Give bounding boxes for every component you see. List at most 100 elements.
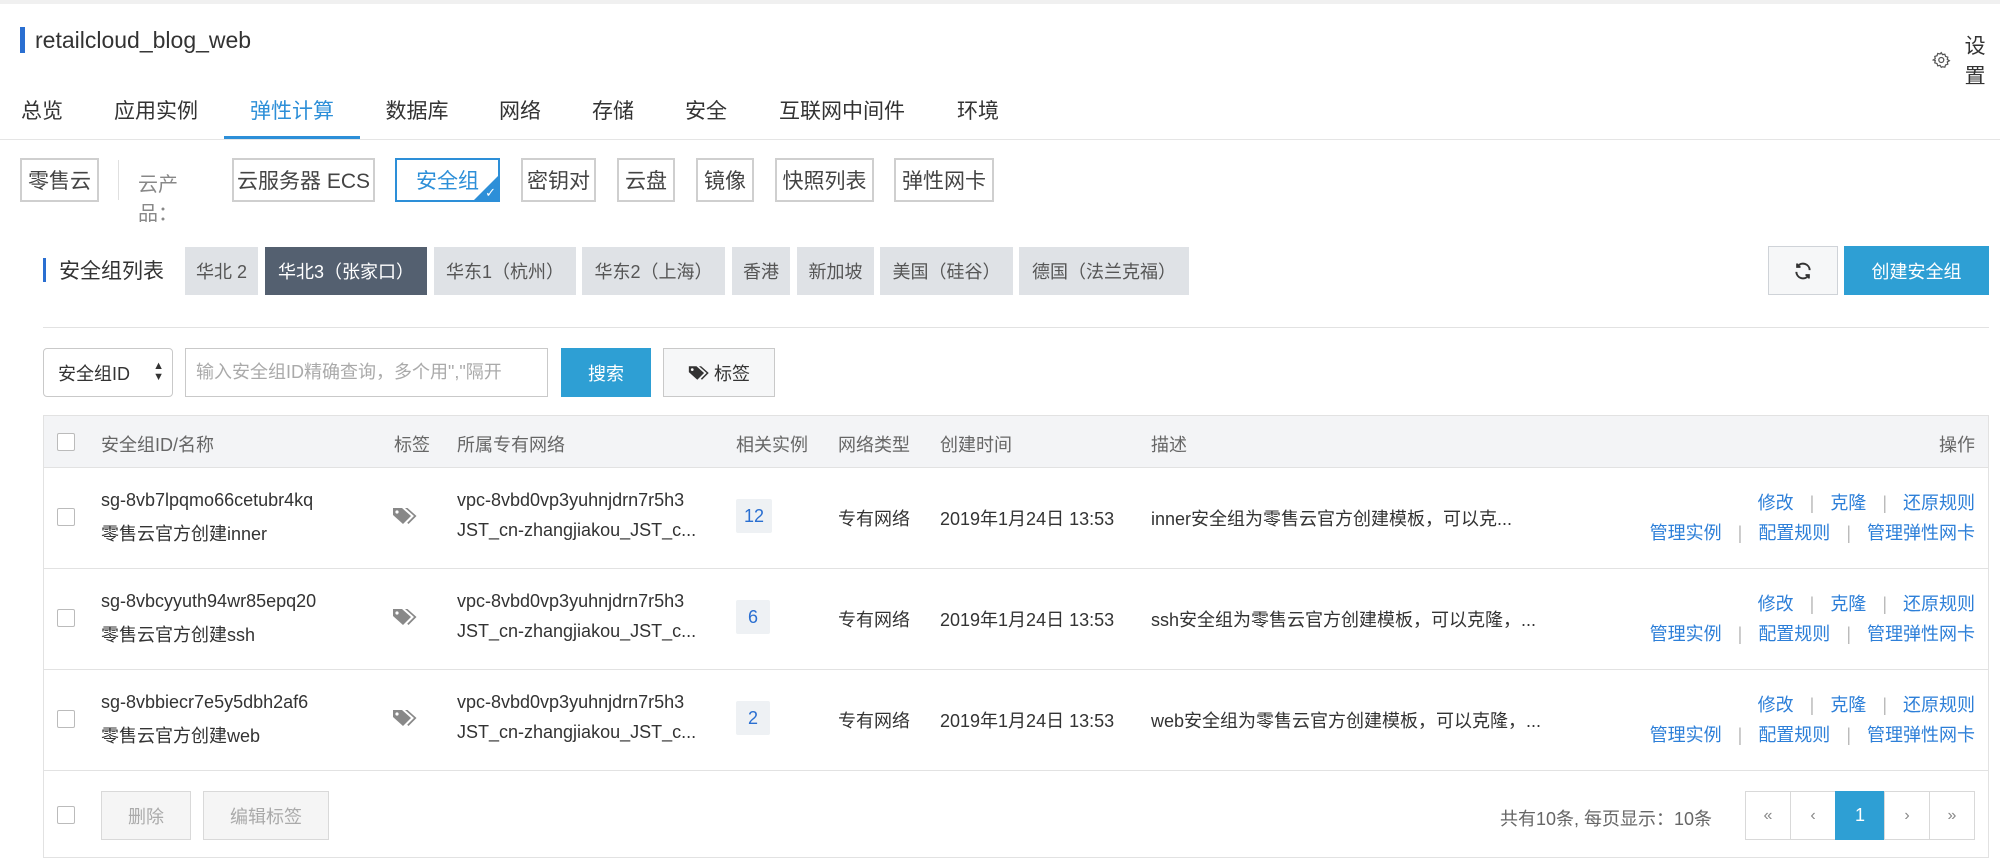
tab-database[interactable]: 数据库 xyxy=(385,95,449,139)
header-created: 创建时间 xyxy=(940,435,1012,455)
row-instance-count[interactable]: 6 xyxy=(736,600,770,634)
row-net-type: 专有网络 xyxy=(838,509,910,529)
tag-icon[interactable] xyxy=(392,607,418,627)
modify-link[interactable]: 修改 xyxy=(1758,493,1794,513)
row-vpc-name: JST_cn-zhangjiakou_JST_c... xyxy=(457,621,697,641)
product-security-group[interactable]: 安全组 ✓ xyxy=(395,158,500,202)
product-label: 云产品： xyxy=(138,174,178,225)
tag-filter-button[interactable]: 标签 xyxy=(663,348,775,397)
row-checkbox[interactable] xyxy=(57,609,75,627)
tab-internet-middleware[interactable]: 互联网中间件 xyxy=(777,95,907,139)
tab-security[interactable]: 安全 xyxy=(684,95,728,139)
header-vpc: 所属专有网络 xyxy=(457,435,565,455)
check-icon: ✓ xyxy=(485,185,496,200)
title-accent-bar xyxy=(20,27,25,53)
region-huadong2[interactable]: 华东2（上海） xyxy=(582,247,725,295)
row-checkbox[interactable] xyxy=(57,710,75,728)
row-ops: 修改 | 克隆 | 还原规则 管理实例 | 配置规则 | 管理弹性网卡 xyxy=(1649,695,1975,745)
product-disk[interactable]: 云盘 xyxy=(617,158,675,202)
config-rules-link[interactable]: 配置规则 xyxy=(1758,624,1830,644)
config-rules-link[interactable]: 配置规则 xyxy=(1758,725,1830,745)
row-ops: 修改 | 克隆 | 还原规则 管理实例 | 配置规则 | 管理弹性网卡 xyxy=(1649,594,1975,644)
tab-network[interactable]: 网络 xyxy=(498,95,542,139)
clone-link[interactable]: 克隆 xyxy=(1830,493,1866,513)
prev-page-button[interactable]: ‹ xyxy=(1790,791,1836,840)
list-title: 安全组列表 xyxy=(43,256,164,284)
last-page-button[interactable]: » xyxy=(1929,791,1975,840)
row-created: 2019年1月24日 13:53 xyxy=(940,711,1115,731)
create-security-group-button[interactable]: 创建安全组 xyxy=(1844,246,1989,295)
select-all-checkbox[interactable] xyxy=(57,433,75,451)
top-border xyxy=(0,0,2000,4)
restore-rules-link[interactable]: 还原规则 xyxy=(1903,695,1975,715)
tab-storage[interactable]: 存储 xyxy=(591,95,635,139)
restore-rules-link[interactable]: 还原规则 xyxy=(1903,594,1975,614)
clone-link[interactable]: 克隆 xyxy=(1830,594,1866,614)
row-vpc-name: JST_cn-zhangjiakou_JST_c... xyxy=(457,722,697,742)
region-huabei3[interactable]: 华北3（张家口） xyxy=(265,247,427,295)
first-page-button[interactable]: « xyxy=(1745,791,1791,840)
header-tag: 标签 xyxy=(394,435,430,455)
product-keypair[interactable]: 密钥对 xyxy=(521,158,596,202)
restore-rules-link[interactable]: 还原规则 xyxy=(1903,493,1975,513)
tag-icon[interactable] xyxy=(392,506,418,526)
section-divider xyxy=(43,327,1989,328)
product-snapshots[interactable]: 快照列表 xyxy=(775,158,874,202)
security-group-table: 安全组ID/名称 标签 所属专有网络 相关实例 网络类型 创建时间 描述 操作 … xyxy=(43,415,1989,858)
footer-select-all-checkbox[interactable] xyxy=(57,806,75,824)
refresh-button[interactable] xyxy=(1768,246,1838,295)
settings-button[interactable]: 设置 xyxy=(1932,30,2000,90)
row-vpc-name: JST_cn-zhangjiakou_JST_c... xyxy=(457,520,697,540)
delete-button[interactable]: 删除 xyxy=(101,791,191,840)
row-id[interactable]: sg-8vbcyyuth94wr85epq20 xyxy=(101,591,316,612)
search-button[interactable]: 搜索 xyxy=(561,348,651,397)
product-ecs[interactable]: 云服务器 ECS xyxy=(232,158,375,202)
manage-eni-link[interactable]: 管理弹性网卡 xyxy=(1867,624,1975,644)
product-eni[interactable]: 弹性网卡 xyxy=(894,158,994,202)
app-header: retailcloud_blog_web xyxy=(20,26,251,54)
search-input[interactable] xyxy=(185,348,548,397)
row-instance-count[interactable]: 2 xyxy=(736,701,770,735)
tab-overview[interactable]: 总览 xyxy=(20,95,64,139)
region-huabei2[interactable]: 华北 2 xyxy=(185,247,258,295)
region-us-siliconvalley[interactable]: 美国（硅谷） xyxy=(880,247,1013,295)
region-hongkong[interactable]: 香港 xyxy=(732,247,790,295)
row-instance-count[interactable]: 12 xyxy=(736,499,773,533)
clone-link[interactable]: 克隆 xyxy=(1830,695,1866,715)
manage-instances-link[interactable]: 管理实例 xyxy=(1650,725,1722,745)
manage-instances-link[interactable]: 管理实例 xyxy=(1650,624,1722,644)
row-name: 零售云官方创建ssh xyxy=(101,625,256,645)
table-header: 安全组ID/名称 标签 所属专有网络 相关实例 网络类型 创建时间 描述 操作 xyxy=(44,416,1988,468)
manage-instances-link[interactable]: 管理实例 xyxy=(1650,523,1722,543)
edit-tags-button[interactable]: 编辑标签 xyxy=(203,791,329,840)
region-huadong1[interactable]: 华东1（杭州） xyxy=(434,247,576,295)
modify-link[interactable]: 修改 xyxy=(1758,594,1794,614)
next-page-button[interactable]: › xyxy=(1884,791,1930,840)
tab-app-instances[interactable]: 应用实例 xyxy=(113,95,199,139)
tab-environment[interactable]: 环境 xyxy=(956,95,1000,139)
page-1-button[interactable]: 1 xyxy=(1835,791,1885,840)
home-product-button[interactable]: 零售云 xyxy=(20,158,99,202)
row-id[interactable]: sg-8vb7lpqmo66cetubr4kq xyxy=(101,490,313,511)
row-id[interactable]: sg-8vbbiecr7e5y5dbh2af6 xyxy=(101,692,308,713)
main-tabs: 总览 应用实例 弹性计算 数据库 网络 存储 安全 互联网中间件 环境 xyxy=(0,85,2000,140)
manage-eni-link[interactable]: 管理弹性网卡 xyxy=(1867,725,1975,745)
search-field-select[interactable]: 安全组ID ▲ ▼ xyxy=(43,348,173,397)
modify-link[interactable]: 修改 xyxy=(1758,695,1794,715)
row-desc: ssh安全组为零售云官方创建模板，可以克隆，... xyxy=(1151,610,1537,630)
tag-icon[interactable] xyxy=(392,708,418,728)
tag-icon xyxy=(688,365,709,380)
row-vpc-id: vpc-8vbd0vp3yuhnjdrn7r5h3 xyxy=(457,692,685,712)
table-row: sg-8vb7lpqmo66cetubr4kq 零售云官方创建inner vpc… xyxy=(44,468,1988,569)
row-checkbox[interactable] xyxy=(57,508,75,526)
region-singapore[interactable]: 新加坡 xyxy=(797,247,874,295)
region-germany[interactable]: 德国（法兰克福） xyxy=(1019,247,1189,295)
config-rules-link[interactable]: 配置规则 xyxy=(1758,523,1830,543)
manage-eni-link[interactable]: 管理弹性网卡 xyxy=(1867,523,1975,543)
row-net-type: 专有网络 xyxy=(838,610,910,630)
tab-elastic-compute[interactable]: 弹性计算 xyxy=(224,95,360,139)
list-title-bar xyxy=(43,258,46,282)
row-created: 2019年1月24日 13:53 xyxy=(940,509,1115,529)
product-image[interactable]: 镜像 xyxy=(696,158,754,202)
table-row: sg-8vbcyyuth94wr85epq20 零售云官方创建ssh vpc-8… xyxy=(44,569,1988,670)
